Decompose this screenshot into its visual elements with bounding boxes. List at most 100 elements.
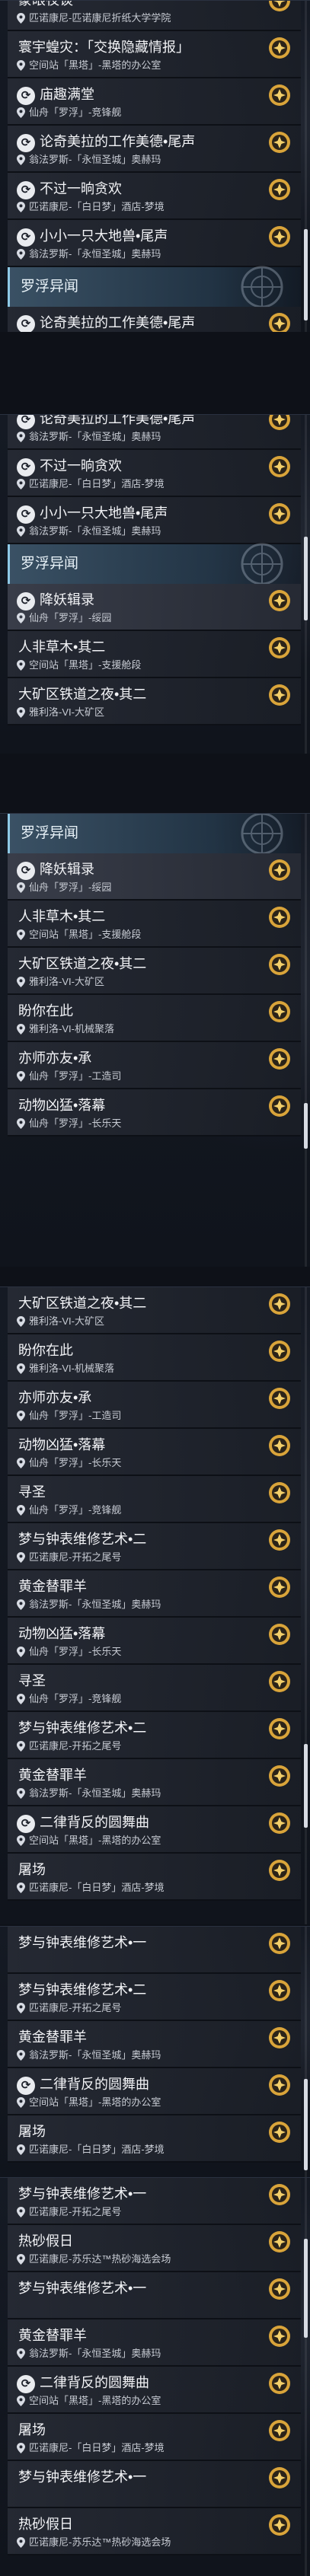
mission-list-item[interactable]: 热砂假日 匹诺康尼-苏乐达™热砂海选会场 (8, 2225, 301, 2272)
stellar-jade-reward-icon (269, 226, 290, 247)
mission-list-item[interactable]: 梦与钟表维修艺术•一 (8, 2272, 301, 2319)
mission-list-item[interactable]: 梦与钟表维修艺术•二 匹诺康尼-开拓之尾号 (8, 1712, 301, 1759)
mission-list-item[interactable]: ⟳ 庙趣满堂 仙舟「罗浮」-竞锋舰 (8, 78, 301, 126)
scrollbar-thumb[interactable] (304, 1103, 308, 1149)
mission-group-header[interactable]: 罗浮异闻 (8, 814, 301, 855)
stellar-jade-reward-icon (269, 1293, 290, 1315)
mission-list-item[interactable]: 梦与钟表维修艺术•一 (8, 1927, 301, 1974)
mission-swirl-icon: ⟳ (17, 415, 35, 429)
stellar-jade-reward-icon (269, 637, 290, 658)
scrollbar-thumb[interactable] (304, 229, 308, 320)
mission-list-item[interactable]: 屠场 匹诺康尼-「白日梦」酒店-梦境 (8, 1854, 301, 1901)
scrollbar-thumb[interactable] (304, 2239, 308, 2338)
mission-title: 盼你在此 (18, 1003, 73, 1019)
mission-list-item[interactable]: 动物凶猛•落幕 仙舟「罗浮」-长乐天 (8, 1089, 301, 1137)
mission-list-item[interactable]: 大矿区铁道之夜•其二 雅利洛-VI-大矿区 (8, 948, 301, 995)
mission-location: 雅利洛-VI-大矿区 (18, 1315, 257, 1328)
mission-group-label: 罗浮异闻 (21, 825, 79, 841)
scrollbar-thumb[interactable] (304, 537, 308, 620)
stellar-jade-reward-icon (269, 503, 290, 524)
mission-list-item[interactable]: 梦与钟表维修艺术•一 匹诺康尼-开拓之尾号 (8, 2178, 301, 2225)
mission-list-item[interactable]: 人非草木•其二 空间站「黑塔」-支援舱段 (8, 631, 301, 678)
mission-group-header[interactable]: 罗浮异闻 (8, 266, 301, 308)
mission-list-item[interactable]: ⟳ 二律背反的圆舞曲 空间站「黑塔」-黑塔的办公室 (8, 2068, 301, 2115)
mission-title: 降妖辑录 (40, 592, 94, 607)
mission-swirl-icon: ⟳ (17, 2077, 35, 2095)
mission-location: 仙舟「罗浮」-竞锋舰 (18, 1504, 257, 1516)
mission-list-item[interactable]: 动物凶猛•落幕 仙舟「罗浮」-长乐天 (8, 1429, 301, 1476)
mission-location: 翁法罗斯-「永恒圣城」奥赫玛 (18, 525, 257, 537)
stellar-jade-reward-icon (269, 1980, 290, 2001)
mission-list-item[interactable]: 大矿区铁道之夜•其二 雅利洛-VI-大矿区 (8, 678, 301, 725)
mission-list-item[interactable]: 热砂假日匹诺康尼-苏乐达™热砂海选会场 (8, 2508, 301, 2555)
mission-list-item[interactable]: ⟳ 二律背反的圆舞曲 空间站「黑塔」-黑塔的办公室 (8, 2367, 301, 2414)
stellar-jade-reward-icon (269, 1482, 290, 1503)
mission-list-item[interactable]: ⟳ 不过一晌贪欢 匹诺康尼-「白日梦」酒店-梦境 (8, 450, 301, 497)
mission-list-item[interactable]: ⟳ 降妖辑录 仙舟「罗浮」-绥园 (8, 584, 301, 631)
mission-list-item[interactable]: 黄金替罪羊 翁法罗斯-「永恒圣城」奥赫玛 (8, 2021, 301, 2068)
mission-title: 梦与钟表维修艺术•一 (18, 2186, 147, 2201)
mission-list-item[interactable]: 寻圣 仙舟「罗浮」-竞锋舰 (8, 1665, 301, 1712)
mission-list-item[interactable]: ⟳ 小小一只大地兽•尾声 翁法罗斯-「永恒圣城」奥赫玛 (8, 497, 301, 544)
mission-location-text: 仙舟「罗浮」-绥园 (29, 612, 112, 623)
mission-list-item[interactable]: 亦师亦友•承 仙舟「罗浮」-工造司 (8, 1382, 301, 1429)
xianzhou-emblem-icon (241, 814, 283, 855)
mission-list-item[interactable]: 寰宇蝗灾：「交换隐藏情报」 空间站「黑塔」-黑塔的办公室 (8, 31, 301, 78)
mission-list-item[interactable]: ⟳ 降妖辑录 仙舟「罗浮」-绥园 (8, 853, 301, 901)
mission-location-text: 翁法罗斯-「永恒圣城」奥赫玛 (29, 431, 161, 442)
mission-location-text: 雅利洛-VI-机械聚落 (29, 1023, 114, 1035)
mission-list-item[interactable]: 亦师亦友•承 仙舟「罗浮」-工造司 (8, 1042, 301, 1089)
stellar-jade-reward-icon (269, 1048, 290, 1070)
mission-list-item[interactable]: 盼你在此雅利洛-VI-机械聚落 (8, 995, 301, 1042)
mission-list-item[interactable]: 蒙眼夜谈 匹诺康尼-匹诺康尼折纸大学学院 (8, 1, 301, 31)
mission-location: 雅利洛-VI-大矿区 (18, 976, 257, 988)
mission-list-item[interactable]: 黄金替罪羊 翁法罗斯-「永恒圣城」奥赫玛 (8, 2319, 301, 2367)
mission-list-item[interactable]: 梦与钟表维修艺术•二 匹诺康尼-开拓之尾号 (8, 1523, 301, 1570)
mission-list-item[interactable]: 寻圣 仙舟「罗浮」-竞锋舰 (8, 1476, 301, 1523)
mission-list-item[interactable]: 人非草木•其二 空间站「黑塔」-支援舱段 (8, 901, 301, 948)
mission-list-item[interactable]: ⟳ 二律背反的圆舞曲 空间站「黑塔」-黑塔的办公室 (8, 1806, 301, 1854)
mission-location: 匹诺康尼-苏乐达™热砂海选会场 (18, 2536, 257, 2549)
mission-list-item[interactable]: 梦与钟表维修艺术•一 (8, 2461, 301, 2508)
scrollbar-thumb[interactable] (304, 1744, 308, 1828)
mission-location: 空间站「黑塔」-黑塔的办公室 (18, 2096, 257, 2109)
stellar-jade-reward-icon (269, 1529, 290, 1551)
mission-location: 仙舟「罗浮」-绥园 (18, 612, 257, 624)
mission-group-label: 罗浮异闻 (21, 279, 79, 295)
stellar-jade-reward-icon (269, 1095, 290, 1117)
mission-list: 罗浮异闻 ⟳ 降妖辑录 仙舟「罗浮」-绥园 人非草木•其二 空间站「黑塔」-支援舱段 大矿区… (0, 814, 310, 1137)
mission-swirl-icon: ⟳ (17, 315, 35, 332)
mission-list-item[interactable]: 梦与钟表维修艺术•二 匹诺康尼-开拓之尾号 (8, 1974, 301, 2021)
mission-list-item[interactable]: 盼你在此 雅利洛-VI-机械聚落 (8, 1334, 301, 1382)
mission-location: 翁法罗斯-「永恒圣城」奥赫玛 (18, 248, 257, 260)
mission-location: 匹诺康尼-匹诺康尼折纸大学学院 (18, 12, 257, 24)
stellar-jade-reward-icon (269, 1577, 290, 1598)
mission-list-item[interactable]: ⟳论奇美拉的工作美德•尾声翁法罗斯-「永恒圣城」奥赫玛 (8, 307, 301, 332)
mission-location: 翁法罗斯-「永恒圣城」奥赫玛 (18, 431, 257, 443)
mission-list-item[interactable]: ⟳ 小小一只大地兽•尾声 翁法罗斯-「永恒圣城」奥赫玛 (8, 220, 301, 267)
mission-location: 翁法罗斯-「永恒圣城」奥赫玛 (18, 1599, 257, 1611)
mission-title: 热砂假日 (18, 2517, 73, 2532)
mission-list-item[interactable]: ⟳论奇美拉的工作美德•尾声翁法罗斯-「永恒圣城」奥赫玛 (8, 126, 301, 173)
mission-list-item[interactable]: 黄金替罪羊 翁法罗斯-「永恒圣城」奥赫玛 (8, 1570, 301, 1618)
mission-swirl-icon: ⟳ (17, 862, 35, 880)
mission-location: 空间站「黑塔」-黑塔的办公室 (18, 1835, 257, 1847)
mission-title: 屠场 (18, 2124, 46, 2139)
mission-location: 匹诺康尼-开拓之尾号 (18, 2002, 257, 2014)
mission-list-item[interactable]: 大矿区铁道之夜•其二 雅利洛-VI-大矿区 (8, 1287, 301, 1334)
stellar-jade-reward-icon (269, 1388, 290, 1409)
mission-list-item[interactable]: 动物凶猛•落幕 仙舟「罗浮」-长乐天 (8, 1618, 301, 1665)
mission-list-item[interactable]: 屠场 匹诺康尼-「白日梦」酒店-梦境 (8, 2414, 301, 2461)
mission-location: 仙舟「罗浮」-长乐天 (18, 1457, 257, 1469)
mission-location: 翁法罗斯-「永恒圣城」奥赫玛 (18, 1787, 257, 1800)
mission-list-item[interactable]: 屠场 匹诺康尼-「白日梦」酒店-梦境 (8, 2115, 301, 2163)
mission-list-item[interactable]: 黄金替罪羊 翁法罗斯-「永恒圣城」奥赫玛 (8, 1759, 301, 1806)
mission-list-item[interactable]: ⟳论奇美拉的工作美德•尾声翁法罗斯-「永恒圣城」奥赫玛 (8, 415, 301, 450)
mission-location-text: 翁法罗斯-「永恒圣城」奥赫玛 (29, 2348, 161, 2359)
mission-location: 匹诺康尼-苏乐达™热砂海选会场 (18, 2253, 257, 2265)
scrollbar-thumb[interactable] (304, 2079, 308, 2170)
mission-title: 屠场 (18, 2422, 46, 2437)
mission-group-header[interactable]: 罗浮异闻 (8, 543, 301, 585)
mission-list-item[interactable]: ⟳ 不过一晌贪欢 匹诺康尼-「白日梦」酒店-梦境 (8, 173, 301, 220)
mission-title: 小小一只大地兽•尾声 (40, 505, 168, 521)
